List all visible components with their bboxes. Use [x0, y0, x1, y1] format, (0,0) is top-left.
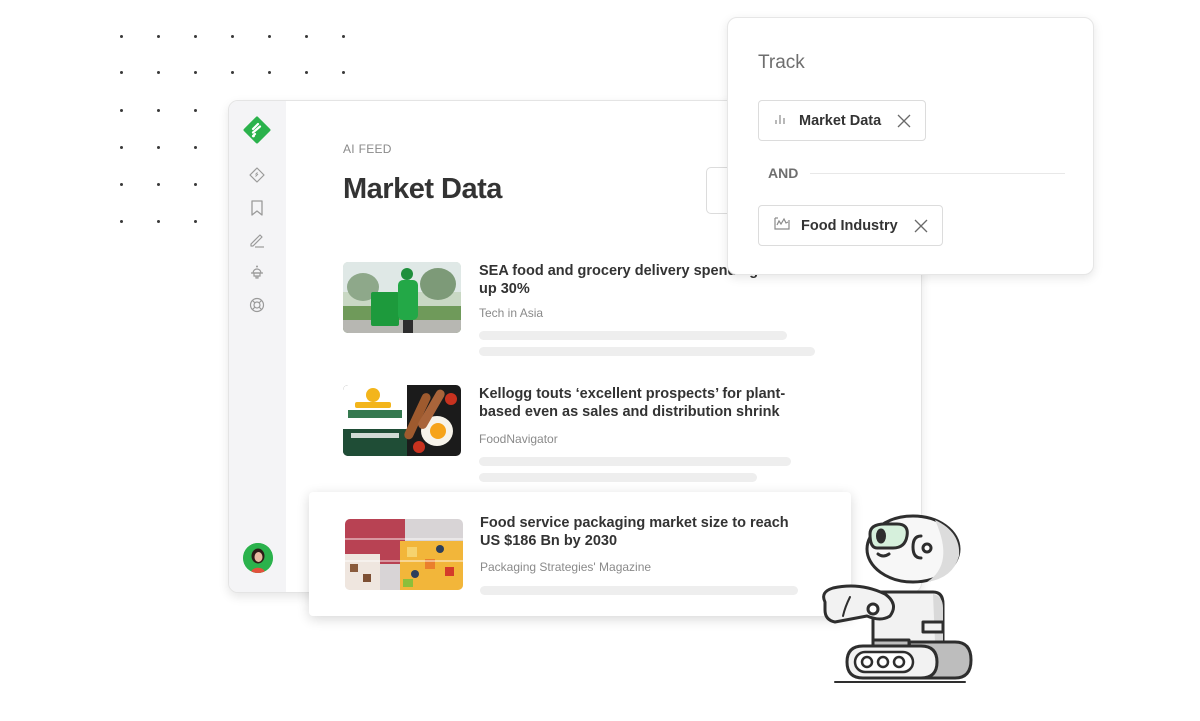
bar-chart-icon [773, 110, 789, 131]
article-thumbnail [343, 385, 461, 456]
grid-dot [305, 71, 308, 74]
article-item[interactable]: Kellogg touts ‘excellent prospects’ for … [343, 385, 843, 485]
track-chip-market-data[interactable]: Market Data [758, 100, 927, 141]
article-title-line: Kellogg touts ‘excellent prospects’ for … [479, 386, 786, 402]
placeholder-line [479, 457, 791, 466]
grid-dot [157, 220, 160, 223]
grid-dot [231, 35, 234, 38]
pencil-icon[interactable] [247, 230, 267, 250]
factory-chart-icon [773, 215, 791, 236]
operator-label: AND [768, 165, 799, 181]
placeholder-line [479, 347, 815, 356]
grid-dot [194, 183, 197, 186]
grid-dot [157, 146, 160, 149]
grid-dot [157, 183, 160, 186]
grid-dot [268, 35, 271, 38]
grid-dot [157, 109, 160, 112]
grid-dot [194, 220, 197, 223]
track-title: Track [758, 52, 805, 73]
article-source: Tech in Asia [479, 306, 544, 320]
article-thumbnail [343, 262, 461, 333]
chip-label: Food Industry [801, 217, 898, 234]
grid-dot [194, 146, 197, 149]
placeholder-line [479, 331, 787, 340]
grid-dot [120, 71, 123, 74]
grid-dot [231, 71, 234, 74]
remove-chip-icon[interactable] [914, 219, 928, 233]
article-title[interactable]: Food service packaging market size to re… [480, 514, 800, 550]
grid-dot [157, 71, 160, 74]
grid-dot [194, 71, 197, 74]
track-chip-food-industry[interactable]: Food Industry [758, 205, 943, 246]
placeholder-line [479, 473, 757, 482]
article-item[interactable]: SEA food and grocery delivery spending u… [343, 262, 843, 362]
chip-label: Market Data [799, 112, 882, 129]
grid-dot [120, 183, 123, 186]
remove-chip-icon[interactable] [897, 114, 911, 128]
feed-type-label: AI FEED [343, 142, 392, 156]
ai-robot-illustration [815, 512, 985, 687]
divider [810, 173, 1065, 174]
article-title-line: up 30% [479, 281, 530, 297]
placeholder-line [480, 586, 798, 595]
ai-robot-icon[interactable] [247, 262, 267, 282]
sidebar [229, 101, 286, 592]
grid-dot [194, 35, 197, 38]
article-title[interactable]: Kellogg touts ‘excellent prospects’ for … [479, 385, 799, 421]
article-title-line: Food service packaging market size to re… [480, 515, 789, 531]
grid-dot [120, 220, 123, 223]
grid-dot [157, 35, 160, 38]
grid-dot [342, 35, 345, 38]
article-thumbnail [345, 519, 463, 590]
grid-dot [342, 71, 345, 74]
grid-dot [268, 71, 271, 74]
page-title: Market Data [343, 173, 502, 205]
grid-dot [120, 146, 123, 149]
article-item-highlighted[interactable]: Food service packaging market size to re… [309, 492, 851, 616]
article-title-line: US $186 Bn by 2030 [480, 533, 618, 549]
article-source: FoodNavigator [479, 432, 558, 446]
grid-dot [194, 109, 197, 112]
grid-dot [305, 35, 308, 38]
track-panel: Track Market Data AND Food Industry [727, 17, 1094, 275]
user-avatar[interactable] [243, 543, 273, 573]
feedly-logo-icon[interactable] [243, 116, 271, 144]
lifebuoy-icon[interactable] [247, 295, 267, 315]
grid-dot [120, 35, 123, 38]
article-source: Packaging Strategies' Magazine [480, 560, 652, 574]
bookmark-icon[interactable] [247, 198, 267, 218]
feedly-tag-icon[interactable] [247, 165, 267, 185]
grid-dot [120, 109, 123, 112]
article-title-line: based even as sales and distribution shr… [479, 404, 780, 420]
